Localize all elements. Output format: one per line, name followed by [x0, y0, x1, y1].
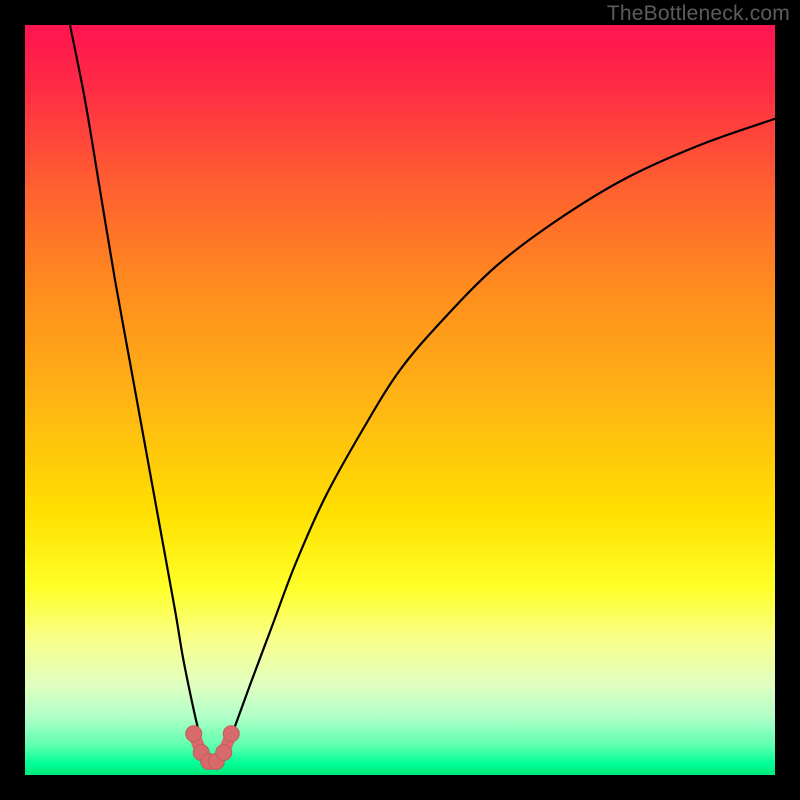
left-curve [70, 25, 213, 764]
right-curve [213, 119, 776, 764]
marker-dot [216, 745, 232, 761]
marker-dot [223, 726, 239, 742]
marker-dot [186, 726, 202, 742]
watermark-text: TheBottleneck.com [607, 2, 790, 26]
plot-area [25, 25, 775, 775]
curve-layer [25, 25, 775, 775]
chart-frame: TheBottleneck.com [0, 0, 800, 800]
